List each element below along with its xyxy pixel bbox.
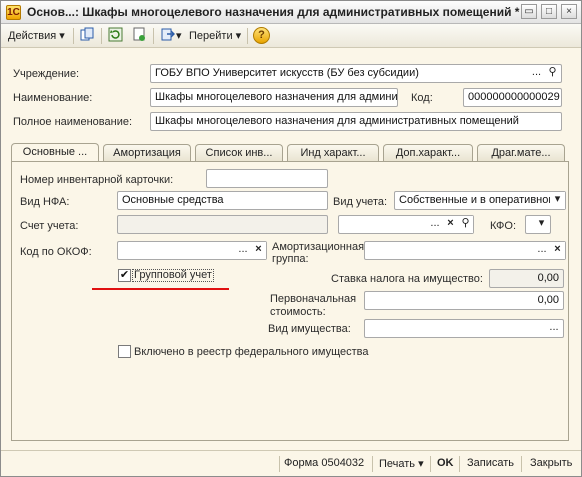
chevron-down-icon[interactable]: ▾ <box>550 192 565 209</box>
go-label: Перейти <box>189 30 233 42</box>
accounting-type-field[interactable]: Собственные и в оперативном <box>394 191 566 210</box>
code-label: Код: <box>411 92 433 104</box>
close-button[interactable]: Закрыть <box>530 457 572 469</box>
print-button[interactable]: Печать ▾ <box>379 457 424 470</box>
account-label: Счет учета: <box>20 220 79 232</box>
property-tax-rate-label: Ставка налога на имущество: <box>331 273 483 285</box>
footer-bar: Форма 0504032 Печать ▾ OK Записать Закры… <box>1 450 581 476</box>
ok-button[interactable]: OK <box>437 457 454 469</box>
full-name-field[interactable]: Шкафы многоцелевого назначения для админ… <box>150 112 562 131</box>
group-accounting-checkbox[interactable]: ✔ <box>118 269 131 282</box>
name-field[interactable]: Шкафы многоцелевого назначения для админ… <box>150 88 398 107</box>
tab-inventory-list[interactable]: Список инв... <box>195 144 283 162</box>
code-field[interactable]: 000000000000029 <box>463 88 562 107</box>
annotation-underline <box>92 288 229 290</box>
search-icon[interactable]: ⚲ <box>458 216 473 233</box>
toolbar-separator <box>247 28 248 44</box>
property-type-select-button[interactable]: ... <box>546 320 562 337</box>
app-logo-icon: 1С <box>6 5 21 20</box>
toolbar: Действия ▾ ▾ Перейти ▾ ? <box>1 24 581 48</box>
account-select-button[interactable]: ... <box>427 216 443 233</box>
initial-cost-field[interactable]: 0,00 <box>364 291 564 310</box>
full-name-label: Полное наименование: <box>13 116 133 128</box>
actions-menu[interactable]: Действия ▾ <box>8 29 65 42</box>
footer-separator <box>372 456 373 472</box>
tab-additional-characteristics[interactable]: Доп.характ... <box>383 144 473 162</box>
federal-registry-checkbox[interactable] <box>118 345 131 358</box>
chevron-down-icon[interactable]: ▾ <box>534 216 549 233</box>
restore-button[interactable]: ▭ <box>521 4 537 19</box>
tab-strip: Основные ... Амортизация Список инв... И… <box>11 143 569 163</box>
property-type-label: Вид имущества: <box>268 323 351 335</box>
tab-depreciation[interactable]: Амортизация <box>103 144 191 162</box>
depreciation-group-select-button[interactable]: ... <box>534 242 550 259</box>
tab-precious-materials[interactable]: Драг.мате... <box>477 144 565 162</box>
title-bar: 1С Основ...: Шкафы многоцелевого назначе… <box>1 1 581 24</box>
document-window: 1С Основ...: Шкафы многоцелевого назначе… <box>0 0 582 477</box>
go-menu[interactable]: Перейти ▾ <box>189 29 241 42</box>
window-title: Основ...: Шкафы многоцелевого назначения… <box>27 5 520 19</box>
okof-label: Код по ОКОФ: <box>20 246 92 258</box>
account-field[interactable] <box>117 215 328 234</box>
tab-main[interactable]: Основные ... <box>11 143 99 163</box>
institution-label: Учреждение: <box>13 68 80 80</box>
chevron-down-icon: ▾ <box>59 30 65 42</box>
kfo-label: КФО: <box>490 220 517 232</box>
toolbar-separator <box>73 28 74 44</box>
chevron-down-icon[interactable]: ▾ <box>176 29 182 42</box>
okof-select-button[interactable]: ... <box>235 242 251 259</box>
copy-icon[interactable] <box>79 27 96 44</box>
footer-separator <box>430 456 431 472</box>
property-tax-rate-field[interactable]: 0,00 <box>489 269 564 288</box>
footer-separator <box>459 456 460 472</box>
form-label: Форма 0504032 <box>284 457 365 469</box>
actions-label: Действия <box>8 30 57 42</box>
footer-separator <box>521 456 522 472</box>
nfa-type-field[interactable]: Основные средства <box>117 191 328 210</box>
enter-based-icon[interactable] <box>159 27 176 44</box>
search-icon[interactable]: ⚲ <box>545 65 560 82</box>
help-icon[interactable]: ? <box>253 27 270 44</box>
clear-icon[interactable]: × <box>550 242 565 259</box>
tab-individual-characteristics[interactable]: Инд характ... <box>287 144 379 162</box>
toolbar-separator <box>101 28 102 44</box>
toolbar-separator <box>153 28 154 44</box>
close-window-button[interactable]: × <box>561 4 577 19</box>
federal-registry-label: Включено в реестр федерального имущества <box>134 346 369 358</box>
depreciation-group-label: Амортизационная группа: <box>272 241 365 265</box>
chevron-down-icon: ▾ <box>418 458 424 470</box>
group-accounting-label[interactable]: Групповой учет <box>132 269 214 282</box>
property-type-field[interactable] <box>364 319 564 338</box>
refresh-icon[interactable] <box>107 27 124 44</box>
clear-icon[interactable]: × <box>443 216 458 233</box>
print-label: Печать <box>379 458 416 470</box>
inventory-card-field[interactable] <box>206 169 328 188</box>
name-label: Наименование: <box>13 92 93 104</box>
institution-select-button[interactable]: ... <box>529 65 544 82</box>
maximize-button[interactable]: □ <box>541 4 557 19</box>
structure-icon[interactable] <box>131 27 148 44</box>
footer-separator <box>279 456 280 472</box>
institution-field[interactable]: ГОБУ ВПО Университет искусств (БУ без су… <box>150 64 562 83</box>
clear-icon[interactable]: × <box>251 242 266 259</box>
chevron-down-icon: ▾ <box>235 30 242 42</box>
initial-cost-label: Первоначальная стоимость: <box>270 293 357 318</box>
nfa-type-label: Вид НФА: <box>20 196 70 208</box>
inventory-card-label: Номер инвентарной карточки: <box>20 174 174 186</box>
accounting-type-label: Вид учета: <box>333 196 388 208</box>
save-button[interactable]: Записать <box>467 457 514 469</box>
